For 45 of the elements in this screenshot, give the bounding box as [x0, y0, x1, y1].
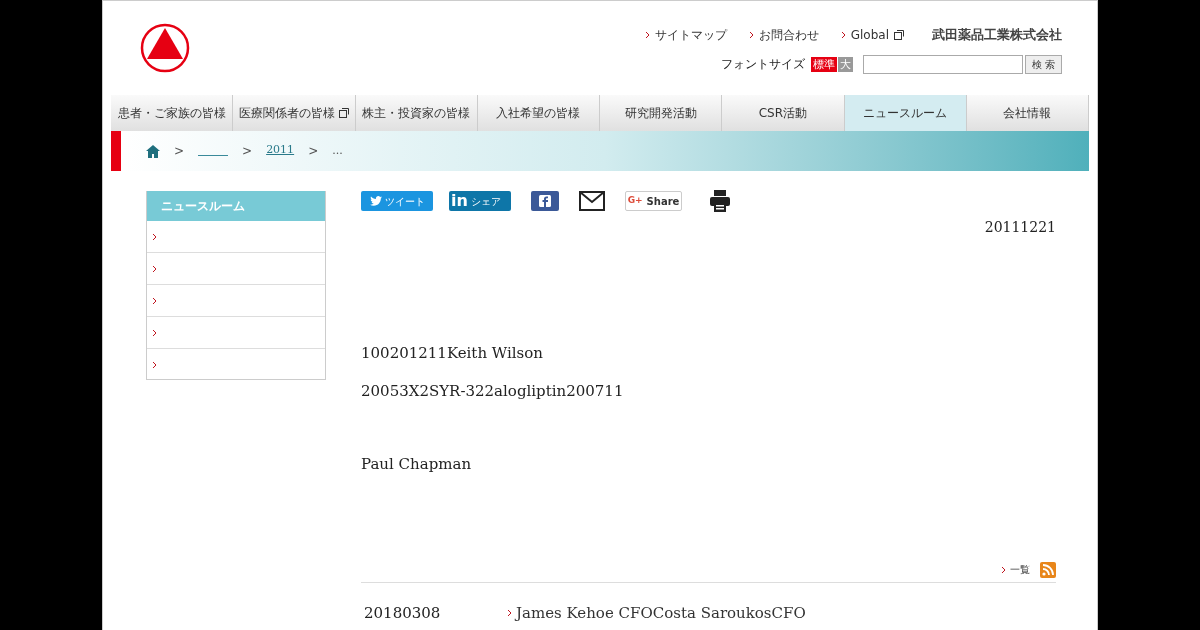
linkedin-logo: in	[451, 193, 468, 209]
article-paragraph: Paul Chapman	[361, 454, 473, 475]
sidebar-title: ニュースルーム	[147, 191, 325, 221]
bird-icon	[369, 196, 382, 206]
breadcrumb-current: ...	[332, 142, 343, 159]
chevron-icon	[152, 361, 157, 369]
news-link[interactable]: James Kehoe CFOCosta SaroukosCFO	[507, 601, 806, 624]
article-paragraph: 20053X2SYR-322alogliptin200711	[361, 380, 625, 402]
mail-icon[interactable]	[579, 191, 605, 211]
list-link[interactable]: 一覧	[1001, 562, 1030, 577]
logo-icon[interactable]	[140, 23, 190, 73]
chevron-icon	[840, 30, 846, 39]
chevron-icon	[1001, 565, 1006, 574]
chevron-icon	[748, 30, 754, 39]
search-button[interactable]: 検 索	[1024, 54, 1062, 74]
chevron-icon	[152, 296, 157, 305]
font-size-option[interactable]: 標準	[810, 56, 837, 72]
breadcrumb-separator: >	[308, 143, 319, 160]
company-name: 武田薬品工業株式会社	[932, 26, 1062, 44]
chevron-icon	[644, 30, 650, 39]
chevron-icon	[507, 608, 512, 617]
google-plus-logo: G+	[627, 194, 643, 208]
header-link[interactable]: Global	[840, 25, 904, 44]
printer-icon[interactable]	[710, 190, 730, 212]
linkedin-share-button[interactable]: in シェア	[449, 191, 511, 211]
news-date: 20180308	[364, 602, 442, 624]
breadcrumb-separator: >	[174, 143, 185, 160]
chevron-icon	[152, 264, 157, 273]
chevron-icon	[152, 232, 157, 241]
article-paragraph: 100201211Keith Wilson	[361, 343, 544, 364]
font-size-label: フォントサイズ	[720, 56, 805, 73]
external-window-icon	[338, 108, 349, 118]
chevron-icon	[152, 328, 157, 337]
google-share-button[interactable]: G+ Share	[625, 191, 682, 211]
search-field[interactable]	[862, 54, 1023, 74]
nav-tab[interactable]: ニュースルーム	[844, 95, 967, 131]
rss-icon[interactable]	[1040, 561, 1056, 578]
header-link[interactable]: お問合わせ	[748, 25, 819, 44]
facebook-icon[interactable]	[531, 191, 559, 211]
article-date: 20111221	[984, 218, 1056, 237]
breadcrumb-link[interactable]: 2011	[266, 142, 295, 160]
external-window-icon	[894, 29, 904, 40]
home-icon[interactable]	[146, 144, 160, 158]
header-link[interactable]: サイトマップ	[644, 25, 727, 44]
breadcrumb-separator: >	[242, 143, 253, 160]
